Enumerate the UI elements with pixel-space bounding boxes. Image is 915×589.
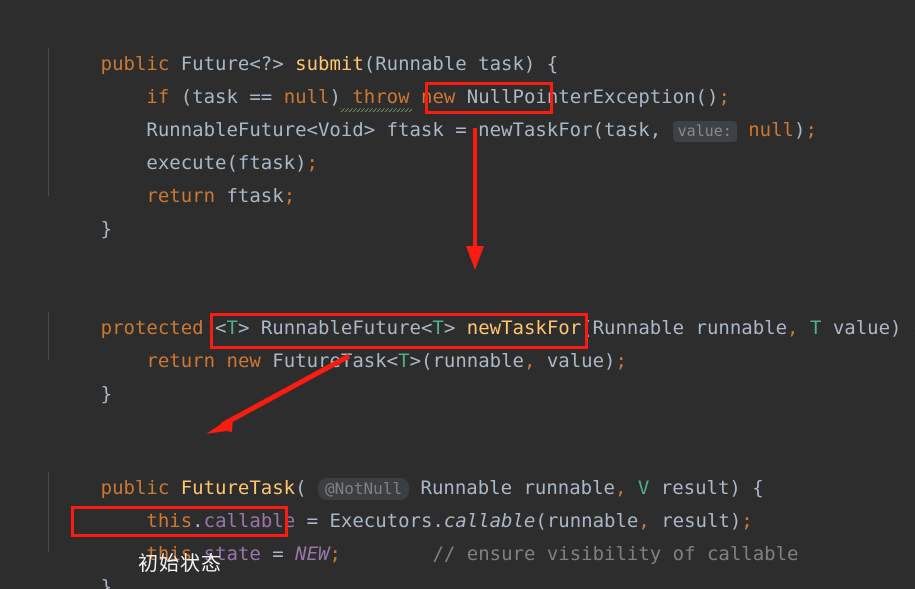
chinese-caption: 初始状态 [138,551,222,575]
code-line[interactable]: RunnableFuture<Void> ftask = newTaskFor(… [32,81,817,142]
token-semicolon: ; [329,543,341,565]
token-type: FutureTask< [260,350,399,372]
token-keyword: return [146,185,216,207]
code-line[interactable]: protected <T> RunnableFuture<T> newTaskF… [32,279,915,339]
token-params: value) { [821,317,915,339]
code-line[interactable]: public Future<?> submit(Runnable task) { [32,15,559,75]
code-line[interactable]: } [32,345,112,405]
token-semicolon: ; [306,152,318,174]
token-keyword: new [226,350,261,372]
token-semicolon: ; [615,350,627,372]
code-line[interactable]: public FutureTask( @NotNull Runnable run… [32,439,764,500]
token-keyword: return [146,350,216,372]
code-editor-screenshot: public Future<?> submit(Runnable task) {… [0,0,915,589]
token-comma: , [523,350,536,372]
code-line[interactable]: return ftask; [32,147,295,207]
parameter-hint-chip: value: [672,121,737,142]
token-constant: NEW [295,543,330,565]
token-brace: } [100,383,113,405]
token-type-param: T [809,317,822,339]
token-args: value) [535,350,616,372]
code-line[interactable]: execute(ftask); [32,114,318,174]
token-comment: // ensure visibility of callable [432,543,799,565]
code-line[interactable]: } [32,180,112,240]
token-expr: ftask [215,185,284,207]
token-type-param: T [398,350,410,372]
token-brace: } [100,576,113,589]
code-area[interactable]: public Future<?> submit(Runnable task) {… [0,0,915,589]
token-paren: ) [794,119,806,141]
code-line[interactable]: this.callable = Executors.callable(runna… [32,472,752,532]
warning-squiggle [340,108,412,112]
code-line[interactable]: this.state = NEW; // ensure visibility o… [32,505,798,565]
token-keyword: null [748,119,794,141]
token-args: >(runnable [409,350,524,372]
token-assign: = [260,543,296,565]
code-line[interactable]: if (task == null) throw new NullPointerE… [32,48,729,108]
code-line[interactable]: } [32,538,112,589]
code-line[interactable]: return new FutureTask<T>(runnable, value… [32,312,627,372]
token-semicolon: ; [805,119,817,141]
token-semicolon: ; [283,185,296,207]
token-brace: } [100,218,113,240]
token-comma: , [787,317,799,339]
